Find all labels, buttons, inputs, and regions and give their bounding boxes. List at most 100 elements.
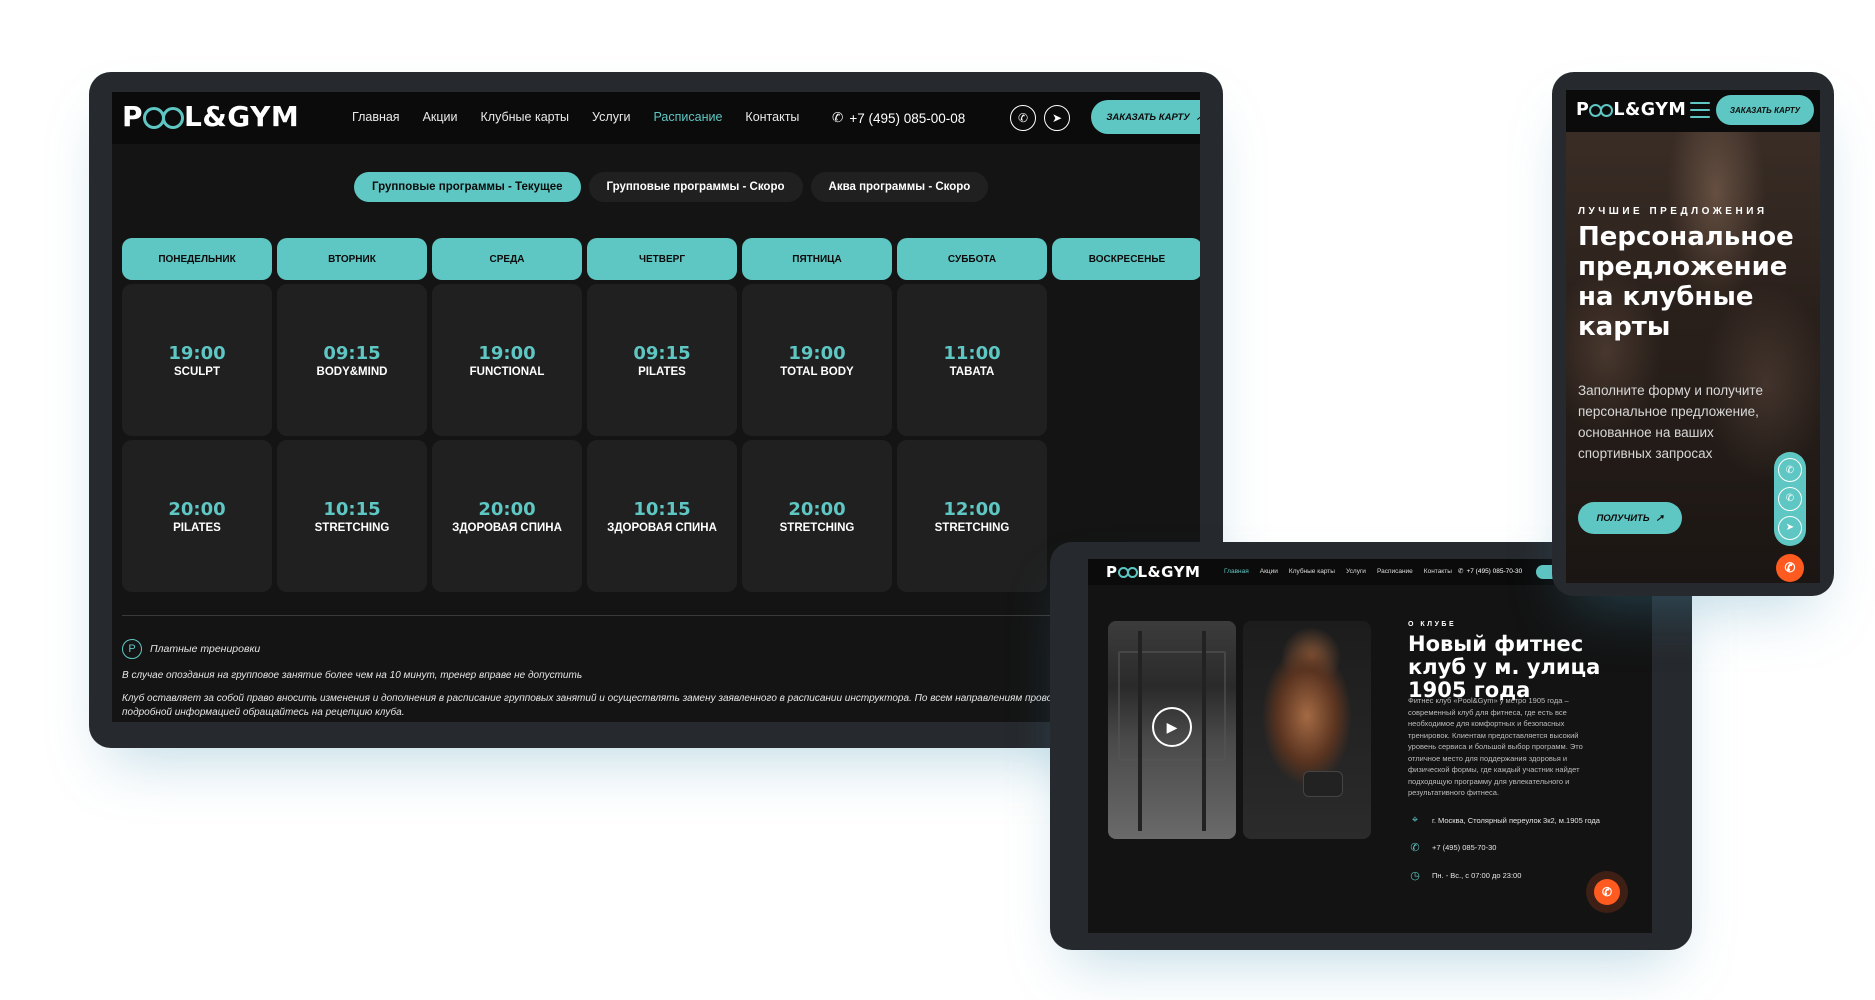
gym-interior-photo: ▶ — [1108, 621, 1236, 839]
phone-icon: ✆ — [1784, 560, 1796, 575]
tab-aqua-soon[interactable]: Аква программы - Скоро — [810, 172, 989, 202]
athlete-photo — [1243, 621, 1371, 839]
day-header: СРЕДА — [432, 238, 582, 280]
menu-icon[interactable] — [1690, 102, 1710, 118]
logo[interactable]: P L&GYM — [122, 100, 299, 133]
nav-link[interactable]: Контакты — [745, 110, 799, 124]
class-card[interactable]: 10:15 STRETCHING — [277, 440, 427, 592]
schedule-tabs: Групповые программы - Текущее Групповые … — [354, 172, 989, 202]
phone-row[interactable]: ✆ +7 (495) 085-70-30 — [1408, 840, 1496, 854]
phone-icon: ✆ — [1410, 841, 1420, 854]
class-name: SCULPT — [174, 365, 220, 378]
class-time: 10:15 — [323, 498, 381, 520]
class-time: 19:00 — [168, 342, 226, 364]
nav-link[interactable]: Услуги — [592, 110, 630, 124]
class-name: PILATES — [638, 365, 686, 378]
class-time: 20:00 — [478, 498, 536, 520]
class-card[interactable]: 20:00 STRETCHING — [742, 440, 892, 592]
mobile-mockup: P L&GYM ЗАКАЗАТЬ КАРТУ ЛУЧШИЕ ПРЕДЛОЖЕНИЯ… — [1552, 72, 1834, 596]
nav-link[interactable]: Главная — [352, 110, 400, 124]
day-header: СУББОТА — [897, 238, 1047, 280]
phone-icon: ✆ — [1601, 885, 1613, 899]
late-note: В случае опоздания на групповое занятие … — [122, 670, 583, 681]
class-name: STRETCHING — [314, 521, 390, 534]
class-time: 10:15 — [633, 498, 691, 520]
class-card[interactable]: 09:15 BODY&MIND — [277, 284, 427, 436]
tab-group-current[interactable]: Групповые программы - Текущее — [354, 172, 581, 202]
hero-label: ЛУЧШИЕ ПРЕДЛОЖЕНИЯ — [1578, 206, 1768, 217]
divider — [122, 615, 1192, 616]
tablet-mockup: P L&GYM Главная Акции Клубные карты Услуг… — [1050, 542, 1692, 950]
day-header: ПОНЕДЕЛЬНИК — [122, 238, 272, 280]
nav-link[interactable]: Акции — [1260, 568, 1278, 575]
arrow-up-right-icon: ↗ — [1196, 112, 1200, 123]
telegram-icon[interactable]: ➤ — [1778, 515, 1802, 540]
logo[interactable]: P L&GYM — [1576, 100, 1686, 120]
nav-link[interactable]: Контакты — [1424, 568, 1452, 575]
call-back-button[interactable]: ✆ — [1594, 879, 1620, 905]
order-card-button[interactable]: ЗАКАЗАТЬ КАРТУ — [1716, 95, 1814, 125]
phone-icon[interactable]: ✆ — [1778, 458, 1802, 483]
contact-widget: ✆ ✆ ➤ — [1774, 452, 1806, 546]
call-back-button[interactable]: ✆ — [1776, 554, 1804, 582]
play-icon[interactable]: ▶ — [1152, 707, 1192, 747]
logo[interactable]: P L&GYM — [1106, 563, 1200, 581]
class-card[interactable]: 10:15 ЗДОРОВАЯ СПИНА — [587, 440, 737, 592]
day-header: ВОСКРЕСЕНЬЕ — [1052, 238, 1200, 280]
class-card[interactable]: 20:00 PILATES — [122, 440, 272, 592]
hours-row: ◷ Пн. - Вс., с 07:00 до 23:00 — [1408, 868, 1521, 882]
nav-link[interactable]: Расписание — [1377, 568, 1413, 575]
class-name: STRETCHING — [934, 521, 1010, 534]
nav-link[interactable]: Главная — [1224, 568, 1249, 575]
class-time: 19:00 — [788, 342, 846, 364]
whatsapp-icon[interactable]: ✆ — [1010, 105, 1036, 131]
day-header: ПЯТНИЦА — [742, 238, 892, 280]
nav-link-active[interactable]: Расписание — [654, 110, 723, 124]
paid-icon: P — [122, 639, 142, 659]
disclaimer-note-cont: подробной информацией обращайтесь на рец… — [122, 707, 405, 718]
hero-text: Заполните форму и получите персональное … — [1578, 383, 1763, 461]
class-time: 19:00 — [478, 342, 536, 364]
section-label: О КЛУБЕ — [1408, 621, 1457, 628]
header-phone[interactable]: ✆ +7 (495) 085-70-30 — [1458, 567, 1522, 576]
telegram-icon[interactable]: ➤ — [1044, 105, 1070, 131]
class-card[interactable]: 20:00 ЗДОРОВАЯ СПИНА — [432, 440, 582, 592]
address-row: ⌖ г. Москва, Столярный переулок 3к2, м.1… — [1408, 813, 1600, 827]
class-name: BODY&MIND — [316, 365, 388, 378]
class-card[interactable]: 19:00 TOTAL BODY — [742, 284, 892, 436]
header: P L&GYM ЗАКАЗАТЬ КАРТУ — [1566, 90, 1820, 132]
class-name: ЗДОРОВАЯ СПИНА — [452, 521, 562, 534]
class-card[interactable]: 09:15 PILATES — [587, 284, 737, 436]
class-card[interactable]: 12:00 STRETCHING — [897, 440, 1047, 592]
hero-section: ЛУЧШИЕ ПРЕДЛОЖЕНИЯ Персональное предложе… — [1566, 132, 1820, 583]
day-header: ВТОРНИК — [277, 238, 427, 280]
weekday-headers: ПОНЕДЕЛЬНИК ВТОРНИК СРЕДА ЧЕТВЕРГ ПЯТНИЦ… — [122, 238, 1200, 280]
mobile-screen: P L&GYM ЗАКАЗАТЬ КАРТУ ЛУЧШИЕ ПРЕДЛОЖЕНИЯ… — [1566, 90, 1820, 583]
class-card[interactable]: 11:00 TABATA — [897, 284, 1047, 436]
hero-title: Персональное предложение на клубные карт… — [1578, 222, 1794, 342]
get-offer-button[interactable]: ПОЛУЧИТЬ ↗ — [1578, 502, 1682, 534]
class-card[interactable]: 19:00 FUNCTIONAL — [432, 284, 582, 436]
tab-group-soon[interactable]: Групповые программы - Скоро — [588, 172, 803, 202]
order-card-button[interactable]: ЗАКАЗАТЬ КАРТУ ↗ — [1091, 100, 1200, 134]
nav-link[interactable]: Клубные карты — [481, 110, 570, 124]
location-pin-icon: ⌖ — [1411, 813, 1419, 826]
whatsapp-icon[interactable]: ✆ — [1778, 486, 1802, 511]
desktop-screen: P L&GYM Главная Акции Клубные карты Услуг… — [112, 92, 1200, 722]
day-header: ЧЕТВЕРГ — [587, 238, 737, 280]
nav-link[interactable]: Клубные карты — [1289, 568, 1335, 575]
class-name: TOTAL BODY — [780, 365, 854, 378]
section-text: Фитнес клуб «Pool&Gym» у метро 1905 года… — [1408, 696, 1583, 797]
showcase-stage: P L&GYM Главная Акции Клубные карты Услуг… — [0, 0, 1875, 1000]
phone-icon: ✆ — [832, 110, 844, 125]
header-phone[interactable]: ✆ +7 (495) 085-00-08 — [832, 110, 965, 126]
class-name: PILATES — [173, 521, 221, 534]
section-title: Новый фитнес клуб у м. улица 1905 года — [1408, 632, 1601, 702]
paid-legend: P Платные тренировки — [122, 639, 260, 659]
nav-link[interactable]: Акции — [423, 110, 458, 124]
arrow-up-right-icon: ↗ — [1655, 512, 1664, 524]
disclaimer-note: Клуб оставляет за собой право вносить из… — [122, 693, 1096, 704]
class-time: 12:00 — [943, 498, 1001, 520]
class-card[interactable]: 19:00 SCULPT — [122, 284, 272, 436]
nav-link[interactable]: Услуги — [1346, 568, 1366, 575]
